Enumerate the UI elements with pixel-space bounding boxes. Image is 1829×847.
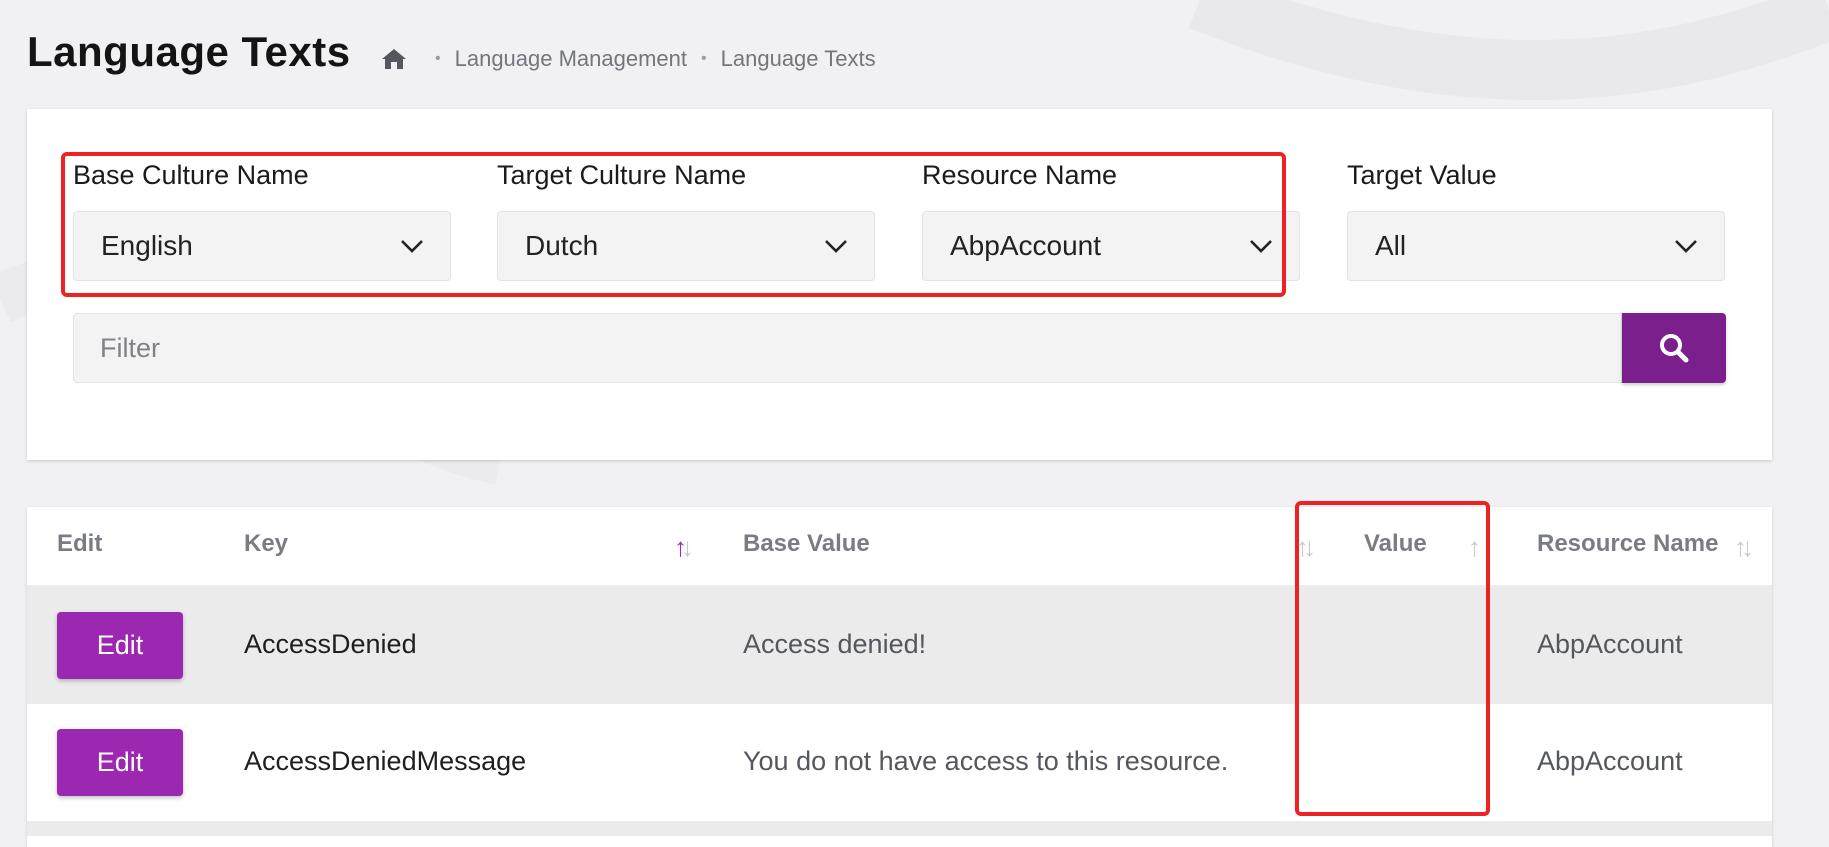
column-header-key[interactable]: Key [244, 530, 288, 558]
target-culture-value: Dutch [525, 230, 599, 261]
search-button[interactable] [1622, 313, 1726, 383]
breadcrumb: • Language Management • Language Texts [381, 44, 876, 74]
row-base-value: Access denied! [743, 629, 927, 659]
breadcrumb-separator: • [701, 50, 707, 67]
search-icon [1660, 334, 1689, 363]
row-resource-name: AbpAccount [1537, 629, 1683, 659]
chevron-down-icon [1250, 240, 1272, 253]
chevron-down-icon [1675, 240, 1697, 253]
sort-icon[interactable]: ↑↓ [674, 532, 694, 563]
row-resource-name: AbpAccount [1537, 746, 1683, 776]
column-header-base-value[interactable]: Base Value [743, 530, 870, 558]
breadcrumb-item-language-management[interactable]: Language Management [455, 46, 687, 72]
sort-icon[interactable]: ↑↓ [1296, 532, 1316, 563]
base-culture-select[interactable]: English [73, 211, 451, 281]
row-key: AccessDeniedMessage [244, 746, 527, 776]
resource-name-value: AbpAccount [950, 230, 1101, 261]
column-header-resource-name[interactable]: Resource Name [1537, 530, 1718, 558]
base-culture-value: English [101, 230, 193, 261]
target-culture-select[interactable]: Dutch [497, 211, 875, 281]
row-base-value: You do not have access to this resource. [743, 746, 1229, 776]
breadcrumb-item-language-texts: Language Texts [720, 46, 876, 71]
base-culture-label: Base Culture Name [73, 160, 309, 190]
table-row [27, 821, 1772, 836]
sort-icon[interactable]: ↑ [1468, 532, 1481, 563]
sort-icon[interactable]: ↑↓ [1734, 532, 1754, 563]
target-value-label: Target Value [1347, 160, 1497, 190]
column-header-edit: Edit [57, 530, 103, 557]
breadcrumb-separator: • [435, 50, 441, 67]
chevron-down-icon [825, 240, 847, 253]
edit-button[interactable]: Edit [57, 729, 183, 796]
column-header-value[interactable]: Value [1364, 530, 1427, 558]
chevron-down-icon [401, 240, 423, 253]
edit-button[interactable]: Edit [57, 612, 183, 679]
target-value-value: All [1375, 230, 1407, 261]
page-title: Language Texts [27, 28, 351, 75]
filter-input[interactable] [73, 313, 1622, 383]
home-icon[interactable] [381, 48, 407, 70]
resource-name-select[interactable]: AbpAccount [922, 211, 1300, 281]
target-value-select[interactable]: All [1347, 211, 1725, 281]
target-culture-label: Target Culture Name [497, 160, 747, 190]
row-key: AccessDenied [244, 629, 417, 659]
resource-name-label: Resource Name [922, 160, 1118, 190]
